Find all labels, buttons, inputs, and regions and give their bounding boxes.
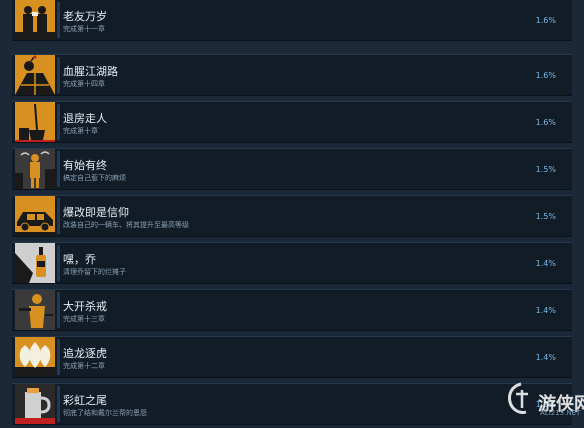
achievement-row[interactable]: 有始有终 搞定自己惹下的麻烦 1.5% xyxy=(12,148,572,190)
achievement-percent: 1.6% xyxy=(535,118,556,127)
row-accent-bar xyxy=(57,2,60,38)
achievement-row[interactable]: 追龙逐虎 完成第十二章 1.4% xyxy=(12,336,572,378)
achievement-row[interactable]: 血腥江湖路 完成第十四章 1.6% xyxy=(12,54,572,96)
row-accent-bar xyxy=(57,198,60,234)
achievement-description: 彻底了结和戴尔兰帮的恩怨 xyxy=(63,409,147,417)
row-accent-bar xyxy=(57,339,60,375)
city-skyline-icon xyxy=(15,149,55,189)
achievement-percent: 1.6% xyxy=(535,71,556,80)
achievement-row[interactable]: 退房走人 完成第十章 1.6% xyxy=(12,101,572,143)
achievement-title: 有始有终 xyxy=(63,159,107,172)
achievement-title: 老友万岁 xyxy=(63,10,107,23)
achievement-title: 彩虹之尾 xyxy=(63,394,107,407)
achievement-description: 搞定自己惹下的麻烦 xyxy=(63,174,126,182)
beer-mug-icon xyxy=(15,384,55,424)
row-accent-bar xyxy=(57,245,60,281)
achievement-title: 爆改即是信仰 xyxy=(63,206,129,219)
achievement-percent: 1.5% xyxy=(535,212,556,221)
gunman-icon xyxy=(15,290,55,330)
achievement-description: 完成第十章 xyxy=(63,127,98,135)
row-accent-bar xyxy=(57,292,60,328)
bottle-hand-icon xyxy=(15,243,55,283)
achievement-description: 完成第十四章 xyxy=(63,80,105,88)
row-accent-bar xyxy=(57,151,60,187)
achievement-percent: 1.5% xyxy=(535,165,556,174)
achievement-description: 清理乔留下的烂摊子 xyxy=(63,268,126,276)
achievement-title: 血腥江湖路 xyxy=(63,65,118,78)
car-upgrade-icon xyxy=(15,196,55,236)
achievement-description: 改装自己的一辆车、将其提升至最高等级 xyxy=(63,221,189,229)
row-accent-bar xyxy=(57,386,60,422)
row-accent-bar xyxy=(57,104,60,140)
achievement-percent: 1.4% xyxy=(535,353,556,362)
achievement-row[interactable]: 彩虹之尾 彻底了结和戴尔兰帮的恩怨 1.3% xyxy=(12,383,572,425)
achievement-row[interactable]: 爆改即是信仰 改装自己的一辆车、将其提升至最高等级 1.5% xyxy=(12,195,572,237)
achievement-title: 大开杀戒 xyxy=(63,300,107,313)
achievement-percent: 1.6% xyxy=(535,16,556,25)
row-accent-bar xyxy=(57,57,60,93)
achievement-percent: 1.4% xyxy=(535,259,556,268)
achievement-description: 完成第十二章 xyxy=(63,362,105,370)
bomb-grid-icon xyxy=(15,55,55,95)
achievement-row[interactable]: 嘿，乔 清理乔留下的烂摊子 1.4% xyxy=(12,242,572,284)
achievement-row[interactable]: 大开杀戒 完成第十三章 1.4% xyxy=(12,289,572,331)
broom-bucket-icon xyxy=(15,102,55,142)
toast-men-icon xyxy=(15,0,55,40)
achievement-percent: 1.4% xyxy=(535,306,556,315)
achievement-description: 完成第十三章 xyxy=(63,315,105,323)
achievement-title: 嘿，乔 xyxy=(63,253,96,266)
achievement-list: 老友万岁 完成第十一章 1.6% 血腥江湖路 完成第十四章 1.6% 退房走人 … xyxy=(0,0,584,428)
money-bags-icon xyxy=(15,337,55,377)
watermark-subtext: ALI213.NET xyxy=(540,409,581,417)
achievement-row[interactable]: 老友万岁 完成第十一章 1.6% xyxy=(12,0,572,41)
achievement-title: 退房走人 xyxy=(63,112,107,125)
ali213-logo-icon xyxy=(508,382,528,414)
achievement-title: 追龙逐虎 xyxy=(63,347,107,360)
achievement-description: 完成第十一章 xyxy=(63,25,105,33)
